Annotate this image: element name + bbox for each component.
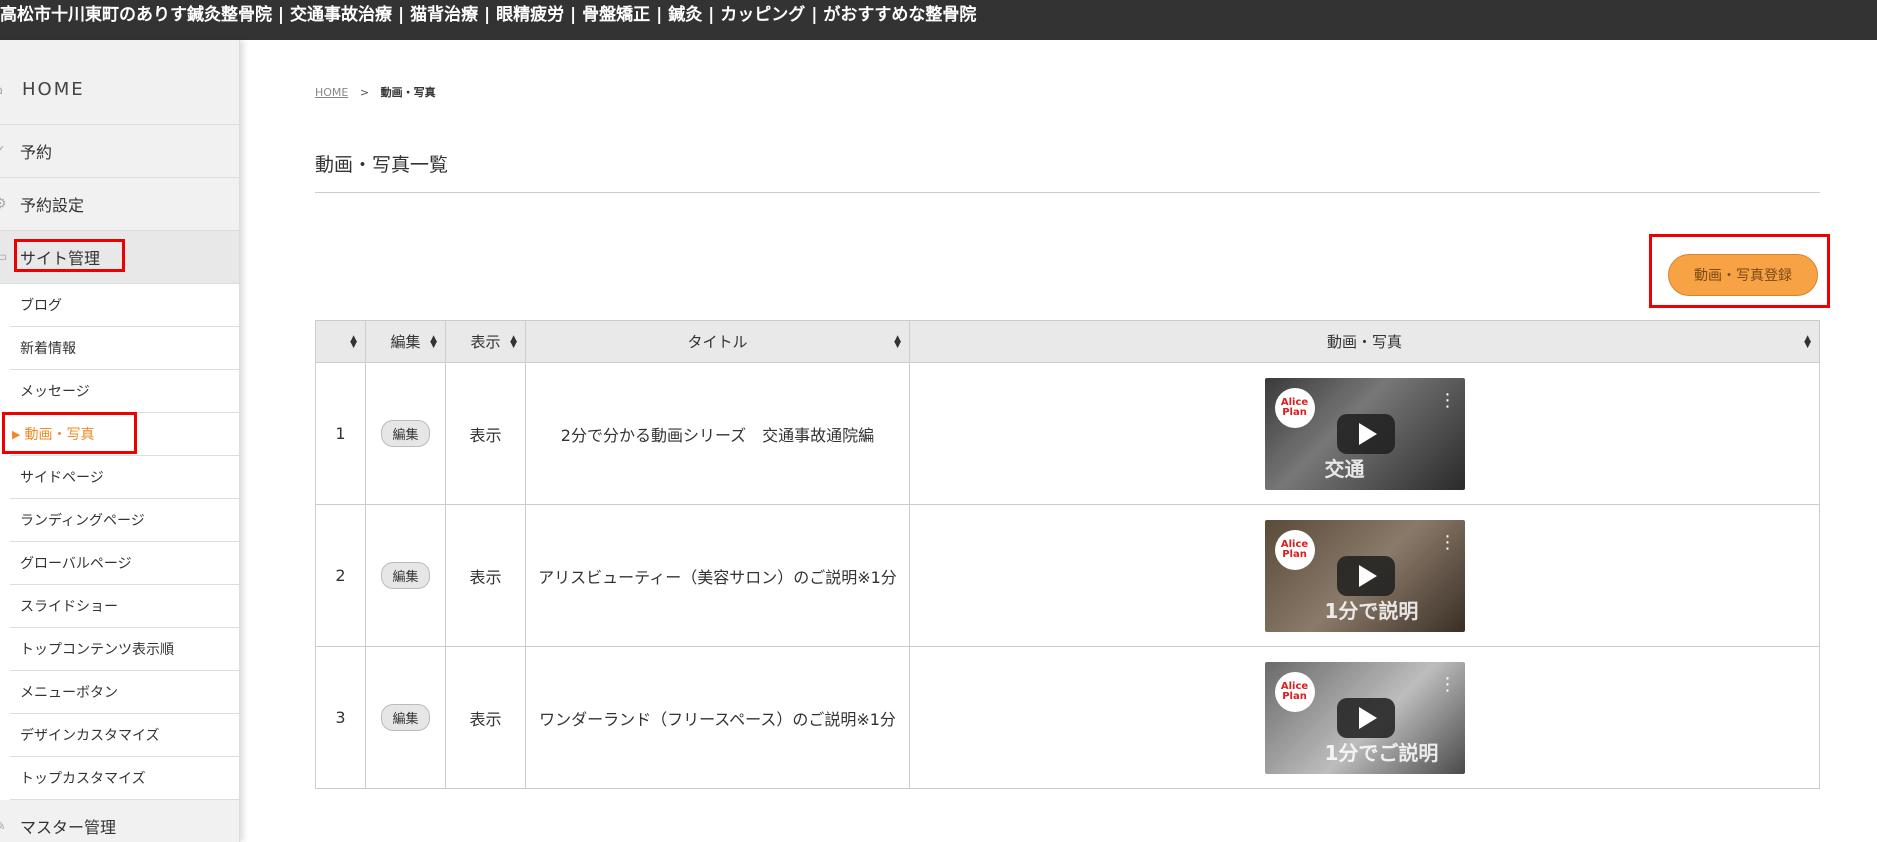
column-header-display[interactable]: 表示 ▲ ▼ <box>445 320 526 363</box>
site-title: 高松市十川東町のありす鍼灸整骨院 | 交通事故治療 | 猫背治療 | 眼精疲労 … <box>0 5 977 25</box>
video-caption: 1分でご説明 <box>1324 740 1439 765</box>
sidebar-subitem-side-page[interactable]: サイドページ <box>10 456 239 499</box>
sidebar-item-home[interactable]: ⌂ HOME <box>0 55 239 125</box>
video-caption: 1分で説明 <box>1324 598 1419 623</box>
edit-button[interactable]: 編集 <box>381 562 430 589</box>
sidebar-subitem-label: グローバルページ <box>20 556 132 572</box>
sidebar-subitem-global-page[interactable]: グローバルページ <box>10 542 239 585</box>
row-number: 3 <box>315 646 366 789</box>
column-header-label: タイトル <box>687 333 748 351</box>
media-cell: Alice Plan 1分でご説明 ⋮ <box>909 646 1820 789</box>
breadcrumb-current: 動画・写真 <box>380 86 436 99</box>
sidebar-subitem-label: メッセージ <box>20 384 90 400</box>
display-status: 表示 <box>445 362 526 505</box>
monitor-icon: ▭ <box>0 249 7 265</box>
sidebar-subitem-label: サイドページ <box>20 470 104 486</box>
row-number: 2 <box>315 504 366 647</box>
sidebar-subitem-news[interactable]: 新着情報 <box>10 327 239 370</box>
sidebar-item-label: マスター管理 <box>20 818 117 837</box>
table-row: 1 編集 表示 2分で分かる動画シリーズ 交通事故通院編 Alice Plan … <box>315 362 1820 505</box>
column-header-edit[interactable]: 編集 ▲ ▼ <box>365 320 446 363</box>
column-header-media[interactable]: 動画・写真 ▲ ▼ <box>909 320 1820 363</box>
sidebar-subitem-label: メニューボタン <box>20 685 118 701</box>
wrench-icon: ✎ <box>0 818 6 834</box>
sidebar-subitem-top-customize[interactable]: トップカスタマイズ <box>10 757 239 800</box>
video-photo-table: ▲ ▼ 編集 ▲ ▼ 表示 ▲ ▼ タイトル ▲ ▼ 動画・写真 ▲ ▼ 1 編集 表示 2分で分… <box>315 320 1820 789</box>
register-video-photo-button[interactable]: 動画・写真登録 <box>1668 254 1818 296</box>
sidebar-subitem-label: トップカスタマイズ <box>20 771 146 787</box>
breadcrumb-home-link[interactable]: HOME <box>315 86 348 99</box>
sidebar-subitem-message[interactable]: メッセージ <box>10 370 239 413</box>
edit-button[interactable]: 編集 <box>381 704 430 731</box>
site-admin-submenu: ブログ 新着情報 メッセージ ▶ 動画・写真 サイドページ ランディングページ … <box>0 284 239 800</box>
row-title: ワンダーランド（フリースペース）のご説明※1分 <box>525 646 910 789</box>
edit-button[interactable]: 編集 <box>381 420 430 447</box>
video-menu-icon[interactable]: ⋮ <box>1439 675 1457 694</box>
sidebar-subitem-blog[interactable]: ブログ <box>10 284 239 327</box>
video-thumbnail[interactable]: Alice Plan 1分で説明 ⋮ <box>1264 519 1465 632</box>
sidebar-subitem-label: トップコンテンツ表示順 <box>20 642 174 658</box>
media-cell: Alice Plan 交通 ⋮ <box>909 362 1820 505</box>
breadcrumb-separator: > <box>359 86 370 99</box>
row-title: アリスビューティー（美容サロン）のご説明※1分 <box>525 504 910 647</box>
sidebar-subitem-slideshow[interactable]: スライドショー <box>10 585 239 628</box>
display-status: 表示 <box>445 504 526 647</box>
sidebar-subitem-design-customize[interactable]: デザインカスタマイズ <box>10 714 239 757</box>
row-title: 2分で分かる動画シリーズ 交通事故通院編 <box>525 362 910 505</box>
sidebar-item-master-admin[interactable]: ✎ マスター管理 <box>0 800 239 842</box>
media-cell: Alice Plan 1分で説明 ⋮ <box>909 504 1820 647</box>
alice-plan-logo: Alice Plan <box>1274 387 1315 428</box>
column-header-title[interactable]: タイトル ▲ ▼ <box>525 320 910 363</box>
sidebar-subitem-top-content-order[interactable]: トップコンテンツ表示順 <box>10 628 239 671</box>
column-header-no[interactable]: ▲ ▼ <box>315 320 366 363</box>
sort-icon: ▲ ▼ <box>430 333 437 350</box>
sort-icon: ▲ ▼ <box>510 333 517 350</box>
edit-cell: 編集 <box>365 646 446 789</box>
sidebar-subitem-label: 新着情報 <box>20 341 76 357</box>
site-title-bar: 高松市十川東町のありす鍼灸整骨院 | 交通事故治療 | 猫背治療 | 眼精疲労 … <box>0 0 1877 40</box>
display-status: 表示 <box>445 646 526 789</box>
play-icon[interactable] <box>1336 413 1395 454</box>
page-title: 動画・写真一覧 <box>315 154 449 176</box>
column-header-label: 動画・写真 <box>1326 333 1402 351</box>
sidebar-subitem-landing-page[interactable]: ランディングページ <box>10 499 239 542</box>
video-menu-icon[interactable]: ⋮ <box>1439 391 1457 410</box>
video-thumbnail[interactable]: Alice Plan 1分でご説明 ⋮ <box>1264 661 1465 774</box>
row-number: 1 <box>315 362 366 505</box>
title-divider <box>315 192 1820 193</box>
sidebar-item-label: 予約設定 <box>20 196 85 215</box>
sidebar-subitem-label: ブログ <box>20 298 62 314</box>
alice-plan-logo: Alice Plan <box>1274 671 1315 712</box>
sidebar-subitem-label: ランディングページ <box>20 513 145 529</box>
column-header-label: 表示 <box>470 333 501 351</box>
video-menu-icon[interactable]: ⋮ <box>1439 533 1457 552</box>
sidebar-subitem-menu-button[interactable]: メニューボタン <box>10 671 239 714</box>
sidebar-item-reserve[interactable]: ✓ 予約 <box>0 125 239 178</box>
edit-cell: 編集 <box>365 504 446 647</box>
sidebar-subitem-label: スライドショー <box>20 599 118 615</box>
sort-icon: ▲ ▼ <box>894 333 901 350</box>
sort-icon: ▲ ▼ <box>350 333 357 350</box>
sidebar-subitem-label: デザインカスタマイズ <box>20 728 160 744</box>
gear-icon: ⚙ <box>0 196 7 212</box>
sidebar-item-reserve-settings[interactable]: ⚙ 予約設定 <box>0 178 239 231</box>
sidebar-item-label: HOME <box>22 79 85 100</box>
sidebar-item-label: 予約 <box>20 143 53 162</box>
alice-plan-logo: Alice Plan <box>1274 529 1315 570</box>
play-icon[interactable] <box>1336 555 1395 596</box>
column-header-label: 編集 <box>390 333 421 351</box>
video-caption: 交通 <box>1324 456 1365 481</box>
highlight-video-photo <box>2 412 137 454</box>
sort-icon: ▲ ▼ <box>1804 333 1811 350</box>
edit-cell: 編集 <box>365 362 446 505</box>
breadcrumb: HOME > 動画・写真 <box>315 84 436 100</box>
table-row: 3 編集 表示 ワンダーランド（フリースペース）のご説明※1分 Alice Pl… <box>315 646 1820 789</box>
video-thumbnail[interactable]: Alice Plan 交通 ⋮ <box>1264 377 1465 490</box>
highlight-site-admin <box>14 239 125 272</box>
table-row: 2 編集 表示 アリスビューティー（美容サロン）のご説明※1分 Alice Pl… <box>315 504 1820 647</box>
home-icon: ⌂ <box>0 82 5 98</box>
check-icon: ✓ <box>0 143 6 159</box>
play-icon[interactable] <box>1336 697 1395 738</box>
